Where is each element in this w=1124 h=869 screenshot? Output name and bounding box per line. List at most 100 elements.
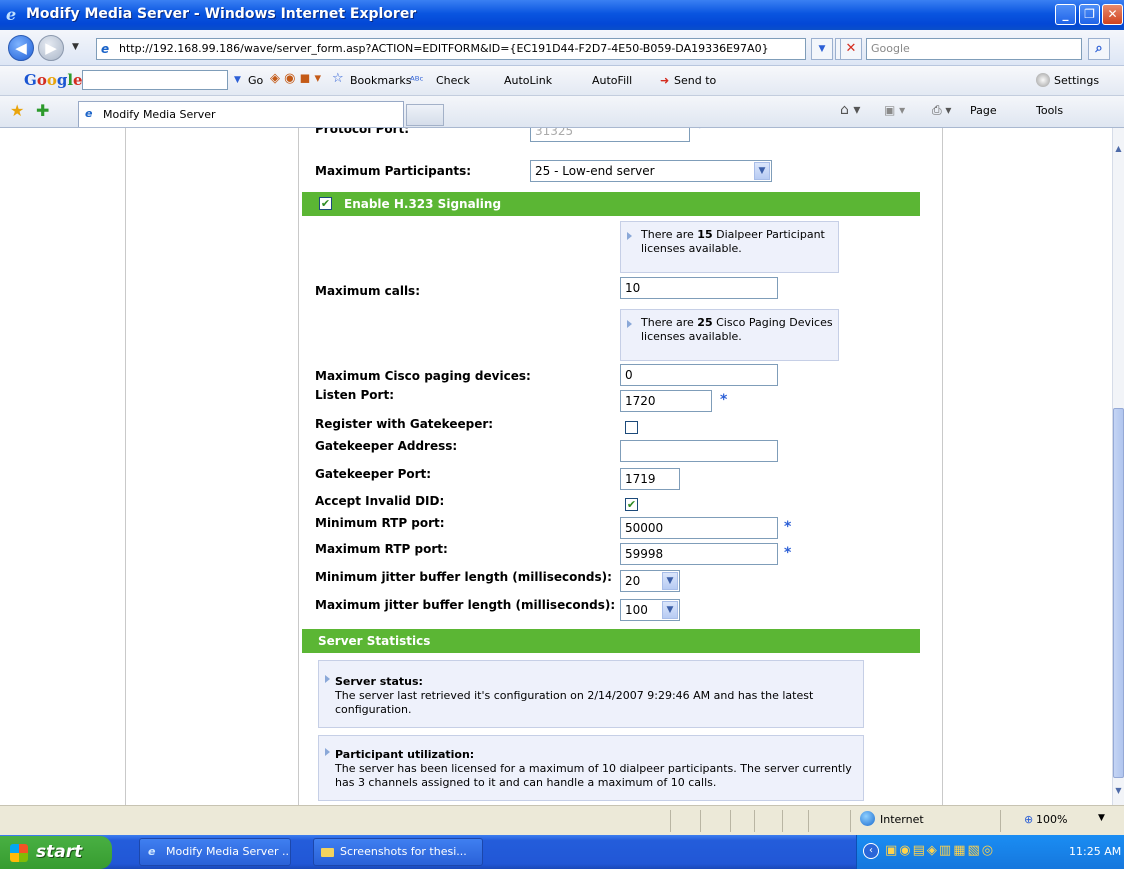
new-tab-button[interactable] — [406, 104, 444, 126]
taskbar-item-folder-label: Screenshots for thesi... — [340, 845, 467, 858]
max-participants-label: Maximum Participants: — [315, 164, 472, 178]
status-divider — [782, 810, 783, 832]
address-toolbar: ◀ ▶ ▼ e http://192.168.99.186/wave/serve… — [0, 30, 1124, 66]
start-button[interactable]: start — [0, 836, 112, 869]
ie-window: e Modify Media Server - Windows Internet… — [0, 0, 1124, 869]
server-status-title: Server status: — [335, 675, 423, 688]
minimize-button[interactable]: _ — [1055, 4, 1076, 25]
scroll-up-icon[interactable]: ▲ — [1113, 144, 1124, 153]
check-button[interactable]: Check — [436, 74, 470, 87]
send-to-icon: ➜ — [660, 74, 670, 87]
min-jitter-label: Minimum jitter buffer length (millisecon… — [315, 570, 612, 584]
max-calls-label: Maximum calls: — [315, 284, 420, 298]
server-status-box: Server status: The server last retrieved… — [318, 660, 864, 728]
participant-utilization-text: The server has been licensed for a maxim… — [335, 762, 852, 789]
go-button[interactable]: Go — [248, 74, 263, 87]
taskbar: start e Modify Media Server ... Screensh… — [0, 835, 1124, 869]
scroll-down-icon[interactable]: ▼ — [1113, 786, 1124, 795]
zoom-level[interactable]: 100% — [1036, 813, 1067, 826]
feeds-icon[interactable]: ▣ ▾ — [884, 103, 905, 117]
register-gatekeeper-label: Register with Gatekeeper: — [315, 417, 494, 431]
max-jitter-value: 100 — [625, 603, 648, 617]
folder-icon — [321, 848, 334, 857]
server-statistics-header: Server Statistics — [302, 629, 920, 653]
max-rtp-input[interactable]: 59998 — [620, 543, 778, 565]
participant-utilization-title: Participant utilization: — [335, 748, 475, 761]
ie-logo-icon: e — [6, 5, 17, 24]
min-jitter-select[interactable]: 20 ▼ — [620, 570, 680, 592]
home-icon[interactable]: ⌂ ▾ — [840, 102, 860, 118]
print-icon[interactable]: ⎙ ▾ — [932, 103, 951, 118]
google-logo: Google — [24, 71, 83, 89]
chevron-down-icon: ▼ — [754, 162, 770, 180]
settings-button[interactable]: Settings — [1054, 74, 1099, 87]
google-toolbar: Google ▼ Go ◈ ◉ ◼ ▾ ☆ Bookmarks ᴬᴮᶜ Chec… — [0, 66, 1124, 96]
info-triangle-icon — [325, 675, 330, 683]
url-dropdown-button[interactable]: ▼ — [811, 38, 833, 60]
star-icon: ☆ — [332, 71, 344, 86]
favorites-star-icon[interactable]: ★ — [10, 101, 24, 120]
taskbar-item-folder[interactable]: Screenshots for thesi... — [313, 838, 483, 866]
globe-icon — [860, 811, 875, 826]
min-jitter-value: 20 — [625, 574, 641, 588]
participant-utilization-box: Participant utilization: The server has … — [318, 735, 864, 801]
clock[interactable]: 11:25 AM — [1069, 845, 1121, 858]
start-label: start — [36, 842, 83, 862]
max-calls-input[interactable]: 10 — [620, 277, 778, 299]
toolbar-icons[interactable]: ◈ ◉ ◼ ▾ — [270, 71, 321, 86]
send-to-button[interactable]: Send to — [674, 74, 716, 87]
tools-menu[interactable]: Tools — [1036, 104, 1063, 117]
google-dropdown-icon[interactable]: ▼ — [234, 75, 241, 85]
register-gatekeeper-checkbox[interactable] — [625, 421, 638, 434]
protocol-port-input[interactable]: 31325 — [530, 128, 690, 142]
close-window-button[interactable]: ✕ — [1102, 4, 1123, 25]
history-dropdown-icon[interactable]: ▼ — [72, 42, 79, 52]
gatekeeper-address-input[interactable] — [620, 440, 778, 462]
min-rtp-input[interactable]: 50000 — [620, 517, 778, 539]
status-divider — [754, 810, 755, 832]
form-right-border — [942, 128, 943, 805]
chevron-down-icon: ▼ — [662, 601, 678, 619]
min-rtp-label: Minimum RTP port: — [315, 516, 445, 530]
accept-invalid-did-checkbox[interactable]: ✔ — [625, 498, 638, 511]
max-participants-select[interactable]: 25 - Low-end server ▼ — [530, 160, 772, 182]
tray-expand-icon[interactable]: ‹ — [863, 843, 879, 859]
back-button[interactable]: ◀ — [8, 35, 34, 61]
settings-icon — [1036, 73, 1050, 87]
tab-modify-media-server[interactable]: e Modify Media Server — [78, 101, 404, 127]
info1-text: There are — [641, 228, 698, 241]
gatekeeper-port-label: Gatekeeper Port: — [315, 467, 432, 481]
windows-logo-icon — [10, 844, 28, 862]
stop-button[interactable]: ✕ — [840, 38, 862, 60]
add-favorites-icon[interactable]: ✚ — [36, 101, 49, 120]
paging-license-info: There are 25 Cisco Paging Devices licens… — [620, 309, 839, 361]
status-divider — [808, 810, 809, 832]
search-input[interactable]: Google — [866, 38, 1082, 60]
search-button[interactable]: ⌕ — [1088, 38, 1110, 60]
required-mark: * — [720, 392, 728, 408]
forward-button[interactable]: ▶ — [38, 35, 64, 61]
info2-count: 25 — [697, 316, 713, 329]
url-input[interactable]: e http://192.168.99.186/wave/server_form… — [96, 38, 806, 60]
max-paging-input[interactable]: 0 — [620, 364, 778, 386]
tray-icons[interactable]: ▣◉▤◈▥▦▧◎ — [885, 843, 995, 858]
title-bar: e Modify Media Server - Windows Internet… — [0, 0, 1124, 30]
google-search-input[interactable] — [82, 70, 228, 90]
listen-port-input[interactable]: 1720 — [620, 390, 712, 412]
form-left-border — [298, 128, 299, 805]
autofill-button[interactable]: AutoFill — [592, 74, 632, 87]
scrollbar-thumb[interactable] — [1113, 408, 1124, 778]
max-jitter-select[interactable]: 100 ▼ — [620, 599, 680, 621]
maximize-button[interactable]: ❐ — [1079, 4, 1100, 25]
page-icon: e — [101, 42, 110, 56]
page-menu[interactable]: Page — [970, 104, 997, 117]
info2-text: There are — [641, 316, 698, 329]
tab-bar: ★ ✚ e Modify Media Server ⌂ ▾ ▣ ▾ ⎙ ▾ Pa… — [0, 96, 1124, 128]
left-divider — [125, 128, 126, 805]
bookmarks-button[interactable]: Bookmarks — [350, 74, 411, 87]
zoom-dropdown-icon[interactable]: ▼ — [1098, 813, 1105, 823]
autolink-button[interactable]: AutoLink — [504, 74, 552, 87]
taskbar-item-ie[interactable]: e Modify Media Server ... — [139, 838, 291, 866]
enable-h323-checkbox[interactable]: ✔ — [319, 197, 332, 210]
gatekeeper-port-input[interactable]: 1719 — [620, 468, 680, 490]
